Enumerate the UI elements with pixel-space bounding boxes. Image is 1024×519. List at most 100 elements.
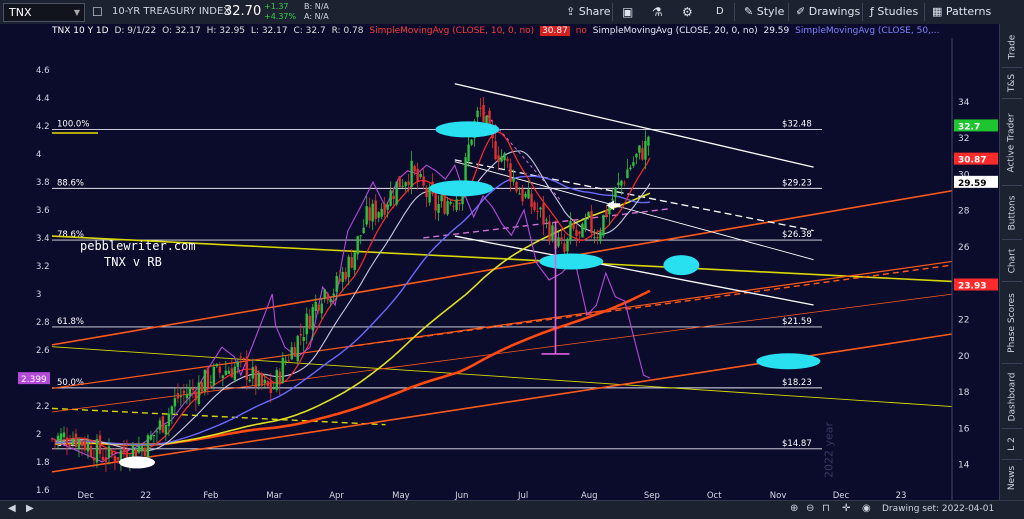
candle-body [380,208,383,217]
candle-body [437,203,440,213]
studies-button[interactable]: ƒ Studies [870,0,918,24]
candle-body [257,373,260,387]
price-badge-text: 32.7 [958,122,980,132]
zoom-out-icon[interactable]: ⊖ [806,503,814,514]
candle-body [140,446,144,451]
side-tab-phase-scores[interactable]: Phase Scores [1000,282,1024,364]
watermark-site: pebblewriter.com [80,239,196,253]
candle-body [344,271,347,280]
bar-low: L: 32.17 [250,26,288,36]
period-selector[interactable]: D [716,0,724,24]
price-badge-text: 29.59 [958,179,986,189]
sma20-label[interactable]: SimpleMovingAvg (CLOSE, 20, 0, no) [593,26,758,36]
candle-body [386,204,389,210]
candle-body [587,212,590,217]
candle-body [551,225,554,241]
right-tick-label: 34 [958,98,970,108]
candle-body [581,223,584,238]
candle-body [395,181,398,205]
candle-body [512,177,515,182]
bottom-bar: ◀ ▶ ⊕ ⊖ ⊓ ✛ ◉ Drawing set: 2022-04-01 [0,500,1024,519]
symbol-selector[interactable]: TNX ▼ [3,3,85,22]
scroll-left-icon[interactable]: ◀ [8,503,16,514]
bar-high: H: 32.95 [206,26,246,36]
flask-icon[interactable]: ⚗ [652,0,663,24]
add-watchlist-icon[interactable]: ☐ [92,0,103,24]
candle-body [77,439,81,449]
eye-icon[interactable]: ◉ [862,503,871,514]
target-ellipse [756,353,821,370]
x-tick-label: 22 [140,491,151,500]
candle-body [299,334,302,336]
magnet-icon[interactable]: ⊓ [822,503,830,514]
candle-body [404,182,407,187]
candle-body [308,315,311,329]
candle-body [575,229,578,237]
candle-body [563,243,566,252]
candle-body [134,449,138,457]
candle-body [260,373,263,386]
candle-body [533,202,536,211]
sma50-label[interactable]: SimpleMovingAvg (CLOSE, 50,... [795,26,939,36]
share-button[interactable]: ⇪ Share [566,0,610,24]
candle-body [218,366,222,373]
candle-body [269,381,272,393]
drawing-set-label[interactable]: Drawing set: 2022-04-01 [882,504,994,514]
style-button[interactable]: ✎ Style [744,0,784,24]
candle-body [476,110,479,118]
bid-value: B: N/A [304,2,329,11]
bar-open: O: 32.17 [162,26,201,36]
rb-ratio-value: R: 0.78 [331,26,364,36]
candle-body [266,381,269,387]
candle-body [278,371,281,385]
candle-body [305,313,308,335]
candle-body [71,438,75,445]
price-badge-text: 23.93 [958,282,986,292]
zoom-icon[interactable]: ⊕ [790,503,798,514]
candle-body [155,431,159,433]
candle-body [569,221,572,240]
candle-body [641,148,644,160]
x-tick-label: Oct [707,491,722,500]
side-tab-buttons[interactable]: Buttons [1000,186,1024,239]
fib-price-label: $14.87 [782,439,812,449]
drawings-button[interactable]: ✐ Drawings [796,0,860,24]
side-tab-chart[interactable]: Chart [1000,240,1024,282]
candle-body [413,166,416,172]
side-tab-trade[interactable]: Trade [1000,26,1024,68]
side-tab-label: Chart [1007,248,1018,274]
gear-icon[interactable]: ⚙ [682,0,693,24]
drawings-icon: ✐ [796,5,806,18]
side-tab-t-s[interactable]: T&S [1000,68,1024,99]
candle-body [317,304,320,311]
candle-body [455,199,458,211]
patterns-button[interactable]: ▦ Patterns [932,0,991,24]
candle-body [527,189,530,199]
sma10-label[interactable]: SimpleMovingAvg (CLOSE, 10, 0, no) [369,26,534,36]
study-header: TNX 10 Y 1D D: 9/1/22 O: 32.17 H: 32.95 … [0,24,1000,38]
scroll-right-icon[interactable]: ▶ [26,503,34,514]
side-tab-active-trader[interactable]: Active Trader [1000,99,1024,187]
candle-body [392,195,395,199]
side-tab-news[interactable]: News [1000,460,1024,496]
screenshot-icon[interactable]: ▣ [622,0,633,24]
target-ellipse [539,253,604,270]
side-tab-l-2[interactable]: L 2 [1000,429,1024,460]
crosshair-icon[interactable]: ✛ [842,503,850,514]
candle-body [209,381,213,383]
left-tick-label: 1.8 [36,458,50,468]
candle-body [242,358,246,360]
side-tab-dashboard[interactable]: Dashboard [1000,364,1024,429]
candle-body [506,158,509,162]
candle-body [233,366,237,380]
candle-body [452,205,455,207]
candle-body [98,435,102,454]
candle-body [617,182,620,186]
price-chart[interactable]: 2022 year 100.0% $32.4888.6% $29.2378.6% $2… [0,38,1000,500]
candle-body [539,207,542,210]
candle-body [383,203,386,215]
candle-body [401,185,404,187]
candle-body [347,256,350,278]
candle-body [59,433,63,441]
studies-icon: ƒ [870,5,874,18]
